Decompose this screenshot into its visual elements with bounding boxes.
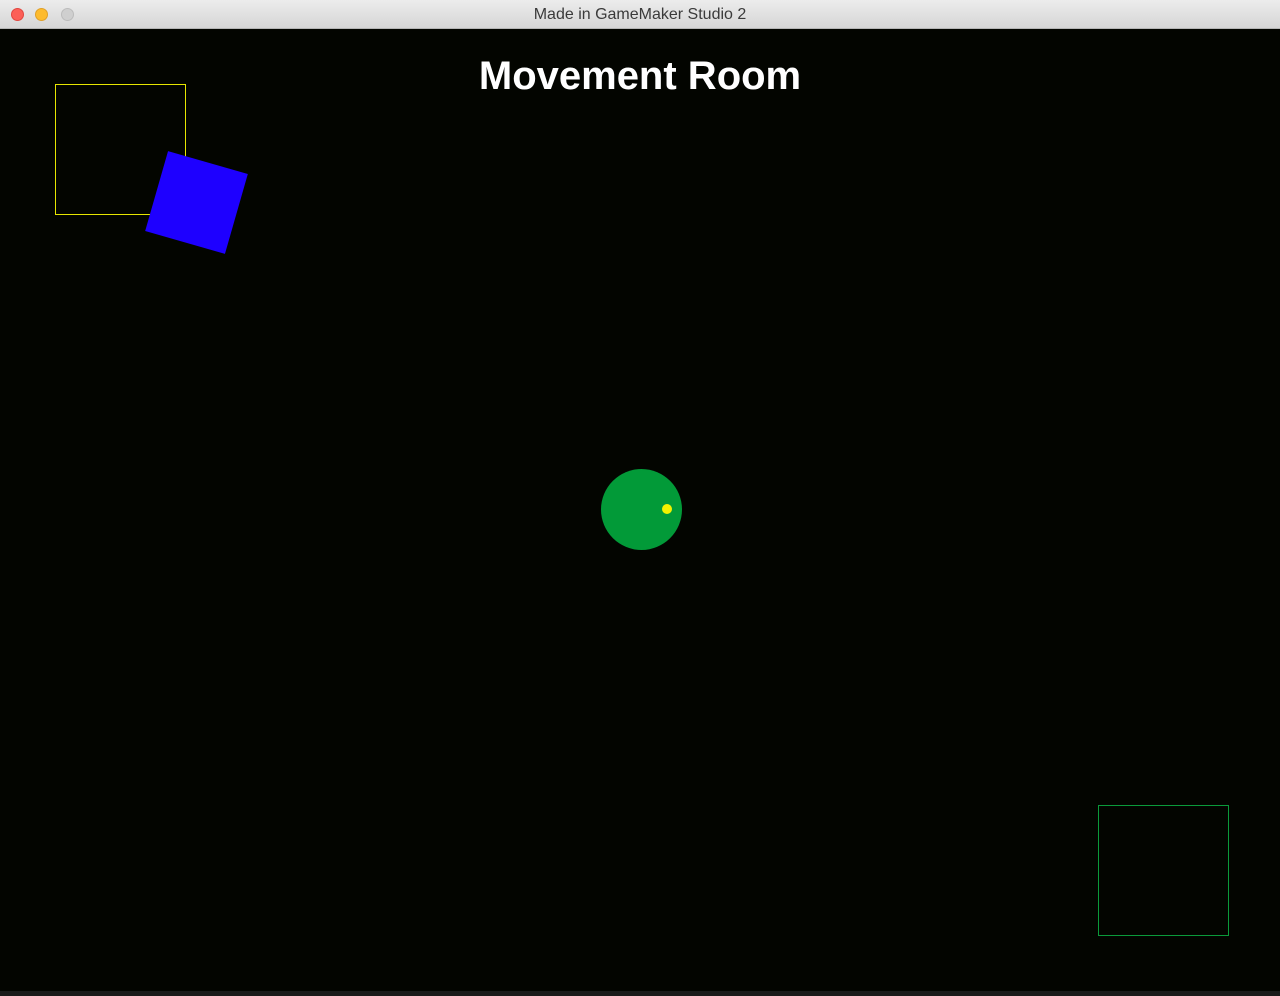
window-title: Made in GameMaker Studio 2: [533, 6, 747, 23]
player-direction-dot: [662, 504, 672, 514]
game-window: Made in GameMaker Studio 2 Movement Room: [0, 0, 1280, 996]
goal-zone-outline: [1098, 805, 1229, 936]
room-title: Movement Room: [478, 54, 802, 98]
window-bottom-edge: [0, 991, 1280, 996]
player-circle: [601, 469, 682, 550]
window-titlebar[interactable]: Made in GameMaker Studio 2: [0, 0, 1280, 29]
game-canvas[interactable]: Movement Room: [0, 29, 1280, 991]
